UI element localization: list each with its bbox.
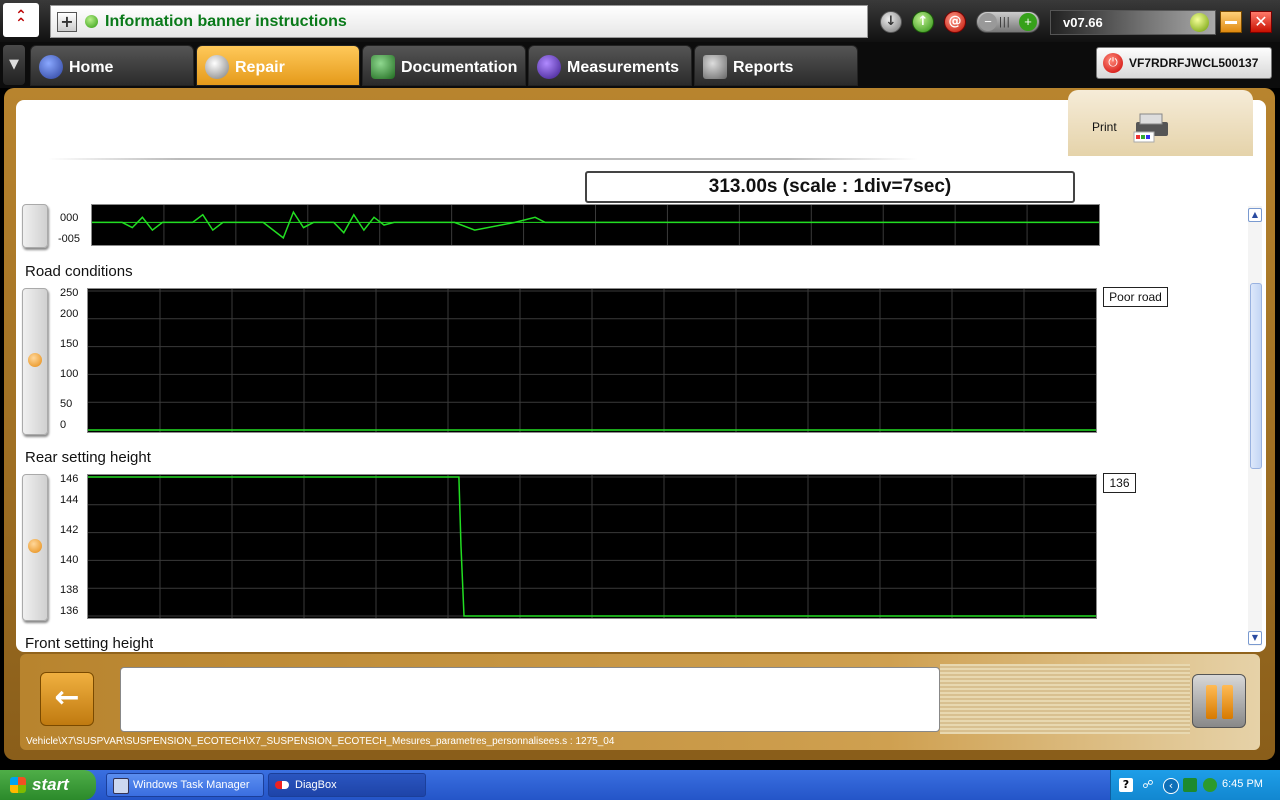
scrollbar-thumb[interactable] (1250, 283, 1262, 469)
chart-plot-area (87, 288, 1097, 433)
tab-label: Reports (733, 59, 794, 76)
pause-icon (1206, 685, 1217, 719)
security-shield-icon[interactable] (1203, 778, 1217, 792)
pause-button[interactable] (1192, 674, 1246, 728)
menu-chevron-icon[interactable]: ▼ (3, 45, 25, 85)
taskbar-item-label: Windows Task Manager (133, 779, 250, 791)
report-icon (703, 55, 727, 79)
magnifier-icon (205, 55, 229, 79)
time-scale-display: 313.00s (scale : 1div=7sec) (585, 171, 1075, 203)
chart-trace (88, 289, 1096, 432)
script-path: Vehicle\X7\SUSPVAR\SUSPENSION_ECOTECH\X7… (26, 736, 615, 747)
tab-label: Measurements (567, 59, 680, 76)
message-box (120, 667, 940, 732)
network-icon[interactable]: ☍ (1141, 778, 1155, 792)
scroll-down-icon[interactable]: ▼ (1248, 631, 1262, 645)
computer-icon (113, 778, 129, 794)
information-banner[interactable]: + Information banner instructions (50, 5, 868, 38)
chart-scale-slider[interactable] (22, 288, 48, 435)
tab-documentation[interactable]: Documentation (362, 45, 526, 86)
print-label: Print (1092, 120, 1117, 134)
printer-icon (1133, 113, 1168, 143)
task-manager-tray-icon[interactable] (1183, 778, 1197, 792)
minimize-button[interactable] (1220, 11, 1242, 33)
volume-up-icon[interactable]: + (1019, 13, 1037, 31)
home-icon (39, 55, 63, 79)
decorative-stripes (940, 664, 1190, 734)
current-value-box: Poor road (1103, 287, 1168, 307)
help-icon[interactable]: ? (1119, 778, 1133, 792)
current-value-box: 136 (1103, 473, 1136, 493)
expand-banner-icon[interactable]: + (57, 12, 77, 32)
start-label: start (32, 775, 69, 794)
tab-bar: ▼ Home Repair Documentation Measurements… (0, 42, 1280, 88)
download-icon[interactable]: ↓ (880, 11, 902, 33)
vin-text: VF7RDRFJWCL500137 (1129, 56, 1259, 70)
tray-expand-icon[interactable]: ‹ (1163, 778, 1179, 794)
version-text: v07.66 (1063, 15, 1103, 30)
tab-label: Repair (235, 59, 285, 76)
vehicle-vin-button[interactable]: ⏻ VF7RDRFJWCL500137 (1096, 47, 1272, 79)
back-button[interactable]: ← (40, 672, 94, 726)
chart-trace (88, 475, 1096, 618)
power-icon: ⏻ (1103, 53, 1123, 73)
windows-logo-icon (10, 777, 26, 793)
start-button[interactable]: start (0, 770, 96, 800)
chart-title: Rear setting height (25, 449, 151, 466)
citroen-logo: ⌃ ⌃ (3, 3, 39, 37)
header-divider (48, 158, 918, 160)
chart-title: Road conditions (25, 263, 133, 280)
scroll-up-icon[interactable]: ▲ (1248, 208, 1262, 222)
clock: 6:45 PM (1222, 778, 1263, 790)
tab-label: Documentation (401, 59, 518, 76)
banner-text: Information banner instructions (105, 13, 347, 30)
arrow-left-icon: ← (54, 680, 80, 715)
update-icon[interactable]: ↑ (912, 11, 934, 33)
taskbar: start Windows Task Manager DiagBox ? ☍ ‹… (0, 770, 1280, 800)
taskbar-item-label: DiagBox (295, 779, 337, 791)
volume-level-icon: ||| (999, 16, 1011, 28)
slider-knob-icon[interactable] (28, 539, 42, 553)
chart-plot-area (91, 204, 1100, 246)
book-icon (371, 55, 395, 79)
version-indicator: v07.66 (1050, 10, 1216, 35)
pause-icon (1222, 685, 1233, 719)
taskbar-item-task-manager[interactable]: Windows Task Manager (106, 773, 264, 797)
volume-control[interactable]: − ||| + (976, 11, 1040, 33)
tab-measurements[interactable]: Measurements (528, 45, 692, 86)
chart-trace (92, 205, 1099, 245)
connection-status-icon (1190, 13, 1209, 32)
slider-knob-icon[interactable] (28, 353, 42, 367)
vertical-scrollbar[interactable]: ▲ ▼ (1248, 206, 1262, 646)
diagbox-icon (275, 781, 289, 789)
email-icon[interactable]: @ (944, 11, 966, 33)
tab-repair[interactable]: Repair (196, 45, 360, 86)
chart-title: Front setting height (25, 635, 154, 652)
tab-label: Home (69, 59, 114, 76)
close-button[interactable]: ✕ (1250, 11, 1272, 33)
chart-plot-area (87, 474, 1097, 619)
chart-scale-slider[interactable] (22, 474, 48, 621)
taskbar-item-diagbox[interactable]: DiagBox (268, 773, 426, 797)
volume-down-icon[interactable]: − (979, 13, 997, 31)
print-button[interactable]: Print (1068, 90, 1253, 156)
chart-scale-slider[interactable] (22, 204, 48, 248)
waveform-icon (537, 55, 561, 79)
status-led-icon (85, 15, 98, 28)
top-bar: ⌃ ⌃ + Information banner instructions ↓ ↑… (0, 0, 1280, 42)
tab-reports[interactable]: Reports (694, 45, 858, 86)
tab-home[interactable]: Home (30, 45, 194, 86)
